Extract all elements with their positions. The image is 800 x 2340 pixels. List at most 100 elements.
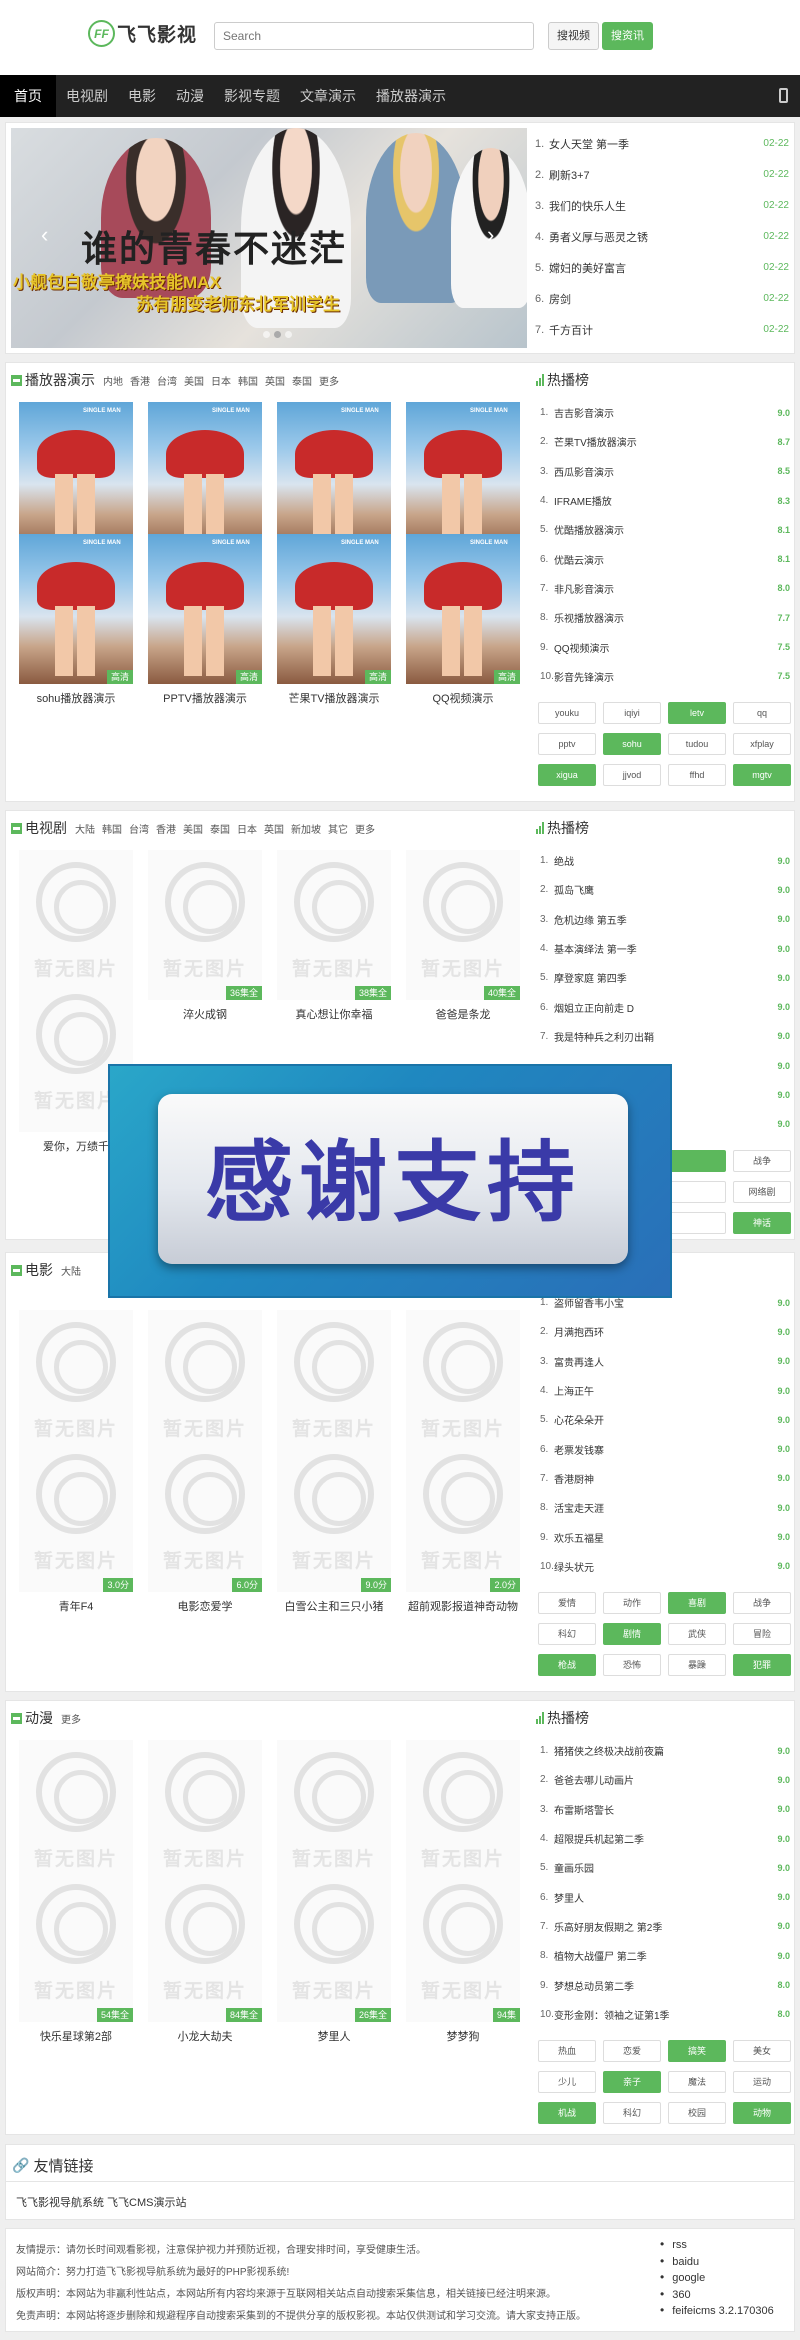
tag-button[interactable]: 动作 bbox=[603, 1592, 661, 1614]
top-news-item[interactable]: 4. 勇者义厚与恶灵之锈 02-22 bbox=[535, 221, 789, 252]
video-title[interactable]: 超前观影报道神奇动物 bbox=[406, 1598, 520, 1614]
hot-list-item[interactable]: 7. 我是特种兵之利刃出鞘 9.0 bbox=[540, 1022, 790, 1051]
video-thumbnail[interactable]: 暂无图片26集全 bbox=[277, 1872, 391, 2022]
nav-item-tv[interactable]: 电视剧 bbox=[56, 75, 118, 117]
section-tag[interactable]: 大陆 bbox=[75, 821, 95, 836]
footer-list-item[interactable]: feifeicms 3.2.170306 bbox=[660, 2303, 774, 2320]
video-thumbnail[interactable]: 暂无图片26集全 bbox=[277, 1740, 391, 1890]
tag-button[interactable]: tudou bbox=[668, 733, 726, 755]
section-tag[interactable]: 美国 bbox=[184, 373, 204, 388]
slider-dot[interactable] bbox=[285, 331, 292, 338]
video-thumbnail[interactable]: 暂无图片 9.0分 bbox=[277, 1442, 391, 1592]
section-tag[interactable]: 美国 bbox=[183, 821, 203, 836]
hot-list-item[interactable]: 1. 猪猪侠之终极决战前夜篇 9.0 bbox=[540, 1736, 790, 1765]
top-news-item[interactable]: 7. 千方百计 02-22 bbox=[535, 314, 789, 345]
site-logo[interactable]: FF 飞飞影视 bbox=[88, 20, 197, 47]
hot-list-item[interactable]: 3. 布雷斯塔警长 9.0 bbox=[540, 1795, 790, 1824]
video-title[interactable]: 芒果TV播放器演示 bbox=[277, 690, 391, 706]
section-title[interactable]: 播放器演示 bbox=[25, 370, 95, 390]
video-thumbnail[interactable]: 暂无图片8.0分 bbox=[406, 1310, 520, 1460]
video-thumbnail[interactable]: SINGLE MAN 高清 bbox=[277, 534, 391, 684]
section-tag[interactable]: 日本 bbox=[211, 373, 231, 388]
video-card[interactable]: 暂无图片 3.0分青年F4 bbox=[19, 1442, 133, 1614]
tag-button[interactable]: qq bbox=[733, 702, 791, 724]
tag-button[interactable]: 神话 bbox=[733, 1212, 791, 1234]
tag-button[interactable]: 美女 bbox=[733, 2040, 791, 2062]
video-thumbnail[interactable]: SINGLE MAN 高清 bbox=[19, 534, 133, 684]
video-card[interactable]: SINGLE MAN 高清 sohu播放器演示 bbox=[19, 534, 133, 706]
hot-list-item[interactable]: 1. 吉吉影音演示 9.0 bbox=[540, 398, 790, 427]
hot-list-item[interactable]: 1. 绝战 9.0 bbox=[540, 846, 790, 875]
mobile-icon[interactable] bbox=[779, 88, 788, 103]
section-tag[interactable]: 更多 bbox=[61, 1711, 81, 1726]
hot-list-item[interactable]: 8. 乐视播放器演示 7.7 bbox=[540, 603, 790, 632]
section-tag[interactable]: 香港 bbox=[130, 373, 150, 388]
top-news-item[interactable]: 2. 刷新3+7 02-22 bbox=[535, 159, 789, 190]
nav-item-anime[interactable]: 动漫 bbox=[166, 75, 214, 117]
hot-list-item[interactable]: 2. 孤岛飞鹰 9.0 bbox=[540, 875, 790, 904]
tag-button[interactable]: 网络剧 bbox=[733, 1181, 791, 1203]
hot-list-item[interactable]: 10. 变形金刚：领袖之证第1季 8.0 bbox=[540, 2000, 790, 2029]
tag-button[interactable]: 搞笑 bbox=[668, 2040, 726, 2062]
video-card[interactable]: 暂无图片 6.0分 电影恋爱学 bbox=[148, 1442, 262, 1614]
video-card[interactable]: SINGLE MAN 高清 PPTV播放器演示 bbox=[148, 534, 262, 706]
section-tag[interactable]: 英国 bbox=[264, 821, 284, 836]
tag-button[interactable]: 犯罪 bbox=[733, 1654, 791, 1676]
hot-list-item[interactable]: 3. 危机边缘 第五季 9.0 bbox=[540, 905, 790, 934]
nav-item-article[interactable]: 文章演示 bbox=[290, 75, 366, 117]
tag-button[interactable]: 爱情 bbox=[538, 1592, 596, 1614]
hot-list-item[interactable]: 2. 月满抱西环 9.0 bbox=[540, 1317, 790, 1346]
footer-list-item[interactable]: baidu bbox=[660, 2254, 774, 2271]
video-card[interactable]: 暂无图片 36集全 淬火成钢 bbox=[148, 850, 262, 1022]
section-tag[interactable]: 韩国 bbox=[238, 373, 258, 388]
video-card[interactable]: 暂无图片 38集全 真心想让你幸福 bbox=[277, 850, 391, 1022]
hot-list-item[interactable]: 5. 摩登家庭 第四季 9.0 bbox=[540, 963, 790, 992]
section-tag[interactable]: 新加坡 bbox=[291, 821, 321, 836]
hot-list-item[interactable]: 3. 富贵再逢人 9.0 bbox=[540, 1347, 790, 1376]
top-news-item[interactable]: 1. 女人天堂 第一季 02-22 bbox=[535, 128, 789, 159]
next-arrow-icon[interactable]: › bbox=[487, 222, 494, 248]
tag-button[interactable]: jjvod bbox=[603, 764, 661, 786]
tag-button[interactable]: 校园 bbox=[668, 2102, 726, 2124]
video-title[interactable]: sohu播放器演示 bbox=[19, 690, 133, 706]
tag-button[interactable]: 战争 bbox=[733, 1150, 791, 1172]
video-thumbnail[interactable]: 暂无图片 84集全 bbox=[148, 1872, 262, 2022]
video-thumbnail[interactable]: 暂无图片3.0分 bbox=[19, 1442, 133, 1592]
section-tag[interactable]: 台湾 bbox=[129, 821, 149, 836]
video-title[interactable]: 淬火成钢 bbox=[148, 1006, 262, 1022]
section-tag[interactable]: 其它 bbox=[328, 821, 348, 836]
video-card[interactable]: 暂无图片 26集全 梦里人 bbox=[277, 1872, 391, 2044]
video-thumbnail[interactable]: 暂无图片156集 bbox=[148, 1740, 262, 1890]
hot-list-item[interactable]: 6. 烟姐立正向前走 D 9.0 bbox=[540, 992, 790, 1021]
nav-item-home[interactable]: 首页 bbox=[0, 75, 56, 117]
section-tag[interactable]: 台湾 bbox=[157, 373, 177, 388]
video-thumbnail[interactable]: 暂无图片 40集全 bbox=[406, 850, 520, 1000]
hot-list-item[interactable]: 6. 梦里人 9.0 bbox=[540, 1882, 790, 1911]
section-title[interactable]: 电影 bbox=[25, 1260, 53, 1280]
video-thumbnail[interactable]: 暂无图片更新至43集 bbox=[19, 850, 133, 1000]
tag-button[interactable]: 恋爱 bbox=[603, 2040, 661, 2062]
top-news-item[interactable]: 5. 嫦妇的美好富言 02-22 bbox=[535, 252, 789, 283]
hot-list-item[interactable]: 4. IFRAME播放 8.3 bbox=[540, 486, 790, 515]
video-title[interactable]: 青年F4 bbox=[19, 1598, 133, 1614]
nav-item-player[interactable]: 播放器演示 bbox=[366, 75, 456, 117]
slider-dot[interactable] bbox=[274, 331, 281, 338]
video-card[interactable]: 暂无图片 54集全 快乐星球第2部 bbox=[19, 1872, 133, 2044]
tag-button[interactable]: 冒险 bbox=[733, 1623, 791, 1645]
video-card[interactable]: SINGLE MAN 高清芒果TV播放器演示 bbox=[277, 534, 391, 706]
tag-button[interactable]: 科幻 bbox=[603, 2102, 661, 2124]
section-tag[interactable]: 泰国 bbox=[292, 373, 312, 388]
hot-list-item[interactable]: 4. 超限提兵机起第二季 9.0 bbox=[540, 1824, 790, 1853]
tag-button[interactable]: 暴躁 bbox=[668, 1654, 726, 1676]
tag-button[interactable]: 少儿 bbox=[538, 2071, 596, 2093]
hot-list-item[interactable]: 6. 老票发钱寨 9.0 bbox=[540, 1434, 790, 1463]
tag-button[interactable] bbox=[668, 1181, 726, 1203]
footer-list-item[interactable]: rss bbox=[660, 2237, 774, 2254]
video-thumbnail[interactable]: 暂无图片3.0分 bbox=[19, 1310, 133, 1460]
footer-list-item[interactable]: 360 bbox=[660, 2287, 774, 2304]
video-card[interactable]: 暂无图片 9.0分 白雪公主和三只小猪 bbox=[277, 1442, 391, 1614]
tag-button[interactable] bbox=[668, 1150, 726, 1172]
video-title[interactable]: 快乐星球第2部 bbox=[19, 2028, 133, 2044]
section-tag[interactable]: 内地 bbox=[103, 373, 123, 388]
footer-list-item[interactable]: google bbox=[660, 2270, 774, 2287]
